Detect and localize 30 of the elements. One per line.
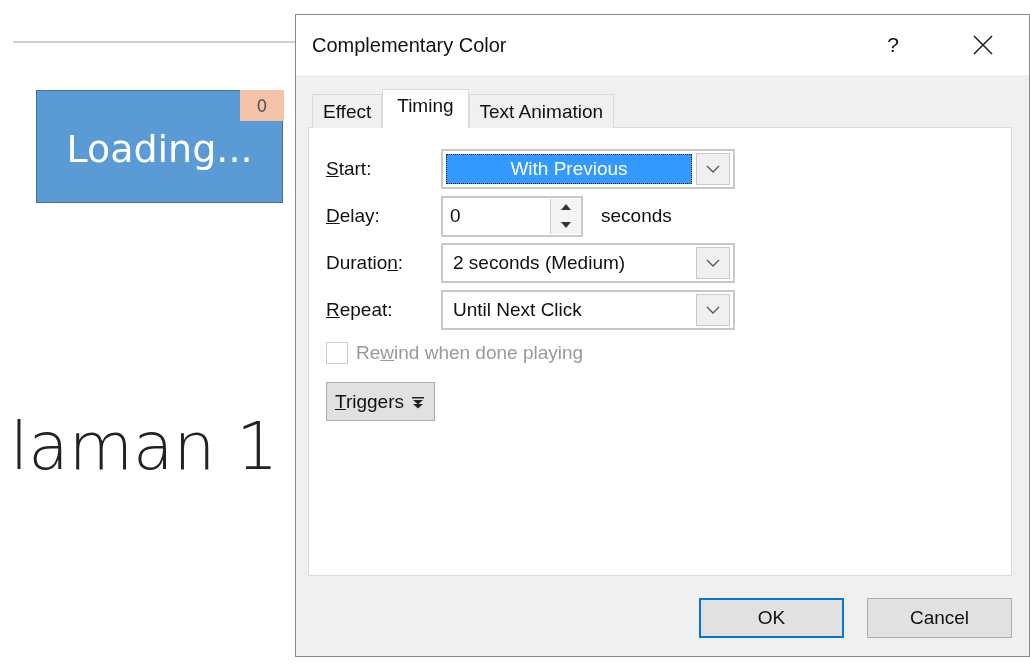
chevron-down-icon <box>706 165 720 173</box>
dropdown-value: Until Next Click <box>452 298 583 322</box>
dialog-title: Complementary Color <box>312 33 508 57</box>
dropdown-value: 2 seconds (Medium) <box>452 251 627 275</box>
field-label: Duration: <box>326 252 405 274</box>
spin-up-icon[interactable] <box>561 204 571 211</box>
spin-down-icon[interactable] <box>561 221 571 228</box>
field-label: Start: <box>326 158 373 180</box>
checkbox-label: Rewind when done playing <box>356 342 584 364</box>
close-icon <box>973 35 993 55</box>
help-button[interactable]: ? <box>863 23 923 67</box>
dropdown[interactable]: Until Next Click <box>441 290 735 330</box>
tab[interactable]: Timing <box>382 89 469 128</box>
triggers-button[interactable]: Triggers <box>326 382 435 421</box>
tab[interactable]: Text Animation <box>468 94 615 128</box>
dropdown[interactable]: 2 seconds (Medium) <box>441 243 735 283</box>
number-field[interactable]: 0 <box>441 195 583 237</box>
chevron-down-icon <box>706 259 720 267</box>
double-caret-down-icon <box>412 394 424 409</box>
animation-order-badge: 0 <box>240 90 284 121</box>
field-label: Repeat: <box>326 299 394 321</box>
unit-label: seconds <box>601 205 672 227</box>
cancel-button[interactable]: Cancel <box>867 598 1012 638</box>
ok-button[interactable]: OK <box>699 598 844 638</box>
field-label: Delay: <box>326 205 381 227</box>
dropdown-value: With Previous <box>446 154 692 184</box>
chevron-down-icon <box>706 306 720 314</box>
shape-text: Loading... <box>66 126 253 171</box>
slide-title: laman 1 <box>10 408 280 485</box>
tab[interactable]: Effect <box>312 94 383 128</box>
